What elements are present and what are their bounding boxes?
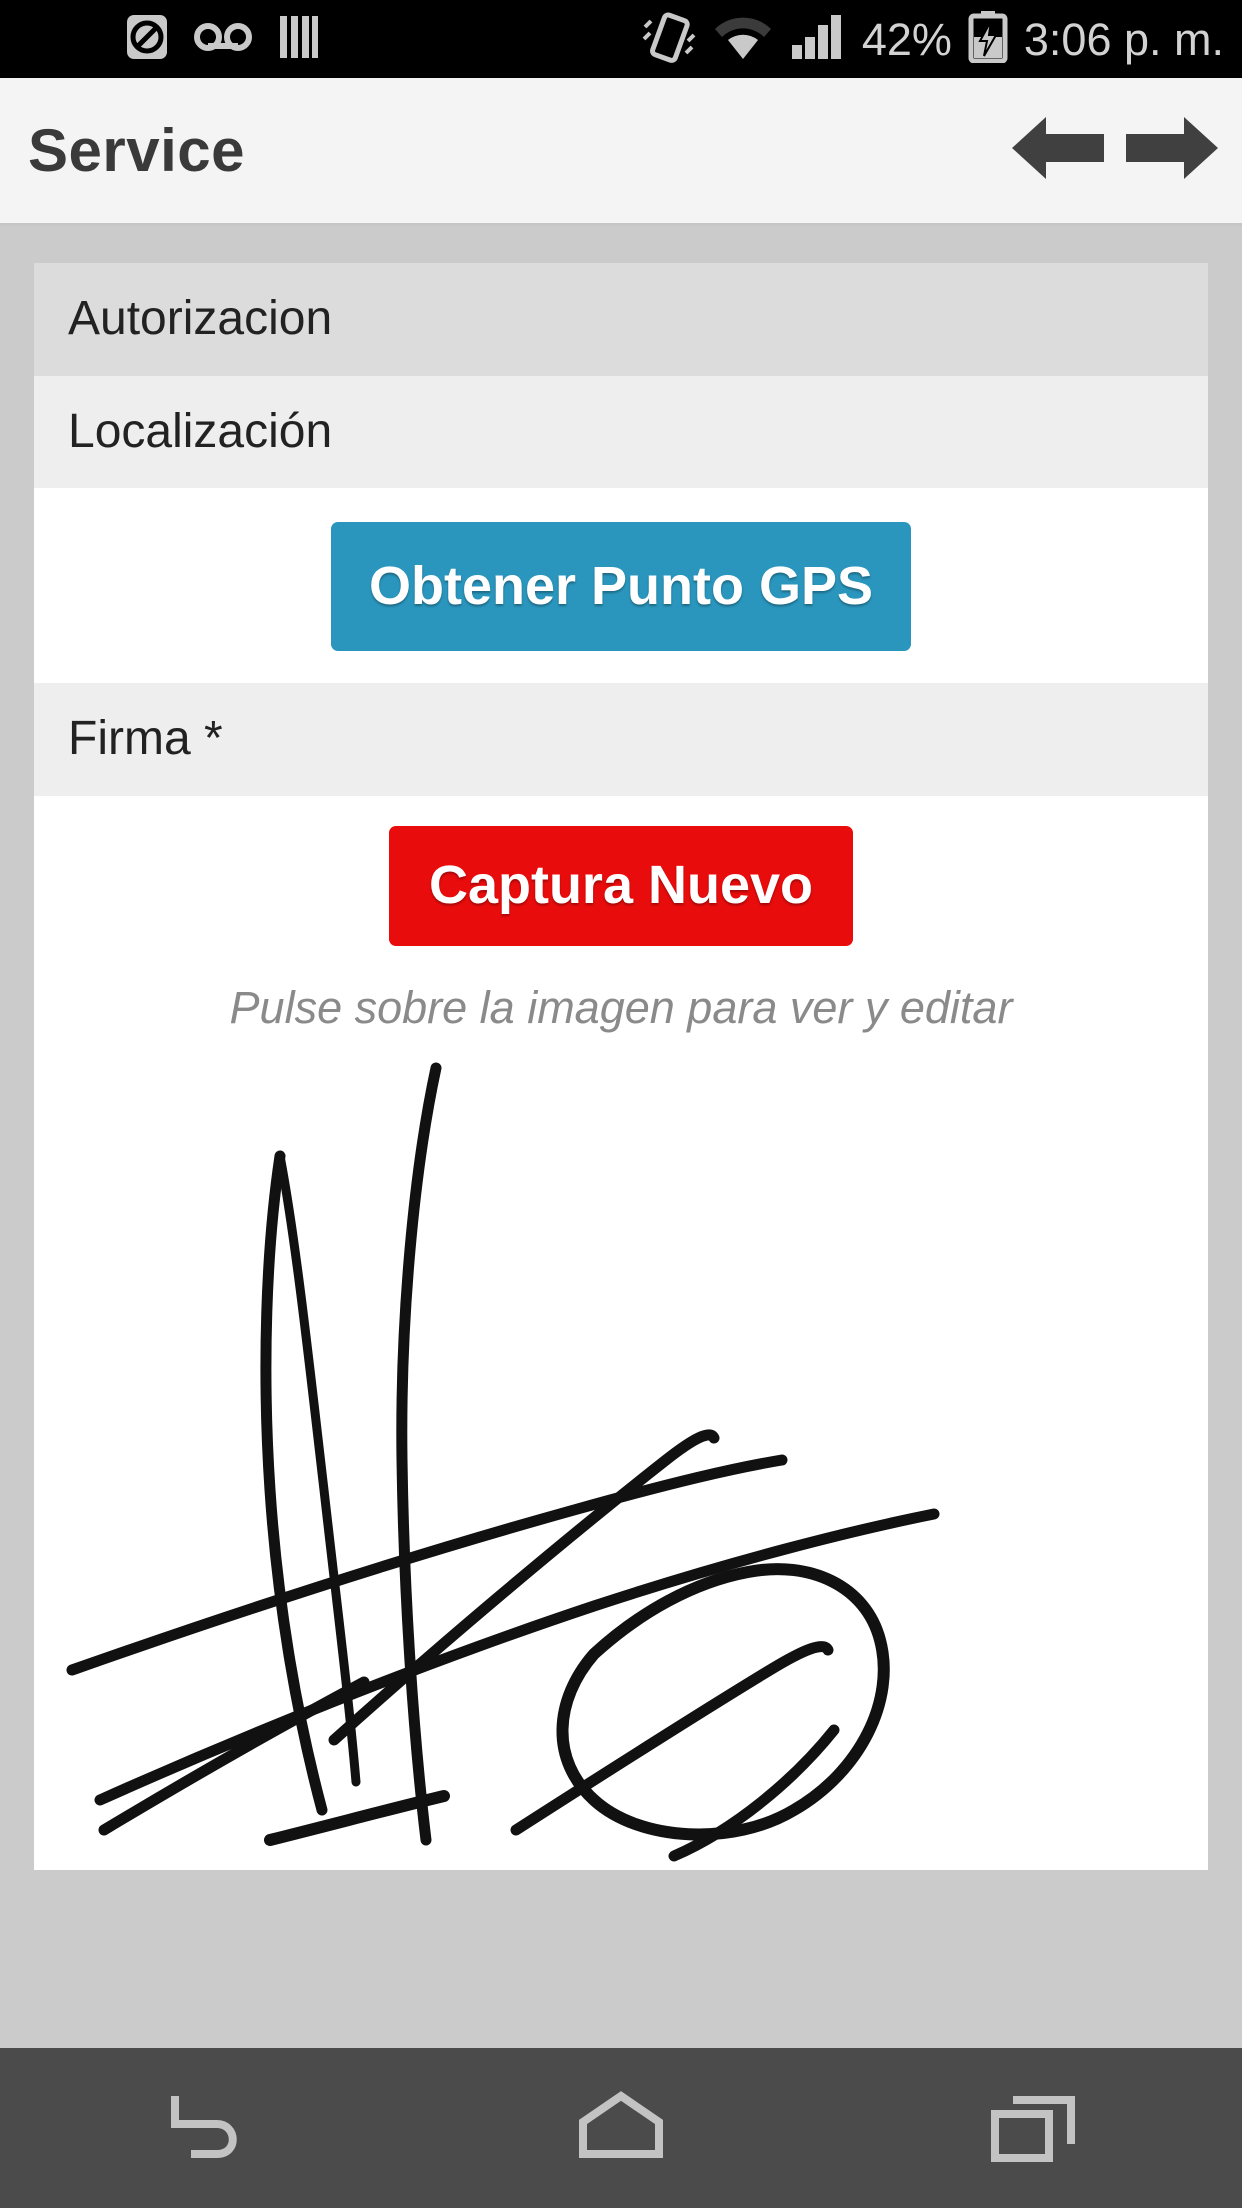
captura-nuevo-button[interactable]: Captura Nuevo — [388, 825, 854, 946]
android-nav-bar — [0, 2048, 1242, 2208]
cell-signal-icon — [790, 13, 846, 66]
section-header-autorizacion[interactable]: Autorizacion — [34, 263, 1208, 376]
status-bar-left-icons — [126, 12, 320, 67]
gps-button-row: Obtener Punto GPS — [34, 488, 1208, 684]
header-nav-buttons — [1010, 115, 1220, 186]
page-title: Service — [28, 116, 246, 184]
obtener-punto-gps-button[interactable]: Obtener Punto GPS — [330, 522, 912, 652]
signature-section: Captura Nuevo Pulse sobre la imagen para… — [34, 795, 1208, 1871]
do-not-disturb-icon — [126, 12, 168, 67]
status-bar-right-icons: 42% 3:06 p. m. — [640, 10, 1224, 68]
home-nav-icon[interactable] — [521, 2048, 721, 2208]
voicemail-icon — [194, 20, 252, 59]
app-header: Service — [0, 78, 1242, 226]
recents-nav-icon[interactable] — [935, 2048, 1135, 2208]
phone-screen: 42% 3:06 p. m. Service Autorizacion Loca… — [0, 0, 1242, 2208]
section-header-localizacion[interactable]: Localización — [34, 375, 1208, 489]
form-card: Autorizacion Localización Obtener Punto … — [34, 263, 1208, 1871]
vibrate-icon — [640, 11, 696, 68]
wifi-icon — [712, 13, 774, 66]
signature-hint-text: Pulse sobre la imagen para ver y editar — [229, 981, 1013, 1033]
forward-arrow-icon[interactable] — [1124, 115, 1220, 186]
section-header-firma: Firma * — [34, 683, 1208, 796]
back-arrow-icon[interactable] — [1010, 115, 1106, 186]
equalizer-icon — [278, 14, 320, 65]
page-body: Autorizacion Localización Obtener Punto … — [0, 226, 1242, 2048]
back-nav-icon[interactable] — [107, 2048, 307, 2208]
battery-charging-icon — [968, 10, 1008, 68]
status-bar: 42% 3:06 p. m. — [0, 0, 1242, 78]
clock-label: 3:06 p. m. — [1023, 13, 1224, 65]
battery-percent-label: 42% — [861, 13, 952, 65]
signature-image[interactable] — [34, 1040, 1208, 1871]
